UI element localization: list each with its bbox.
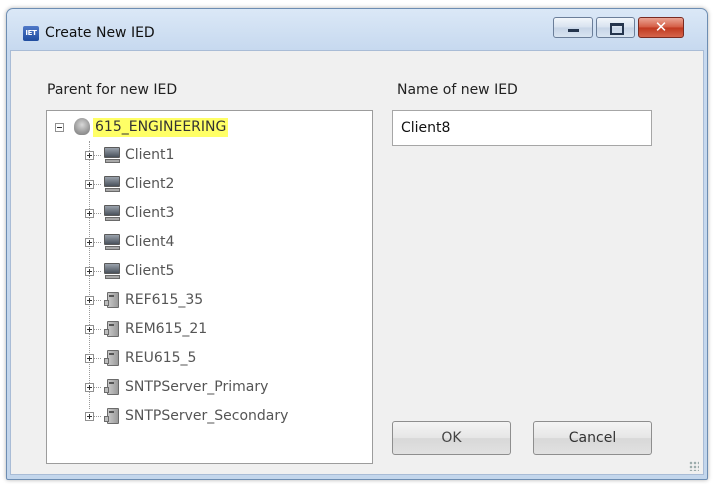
expand-icon[interactable] <box>85 354 94 363</box>
ok-button[interactable]: OK <box>392 421 511 455</box>
expand-icon[interactable] <box>85 209 94 218</box>
close-icon: ✕ <box>654 18 668 36</box>
tree-connector <box>94 184 101 185</box>
expand-icon[interactable] <box>85 383 94 392</box>
tree-item-label[interactable]: Client5 <box>125 262 174 281</box>
ied-device-icon <box>104 320 121 338</box>
project-globe-icon <box>74 118 90 135</box>
tree-connector <box>94 416 101 417</box>
tree-connector <box>94 358 101 359</box>
tree-item[interactable]: Client4 <box>47 231 372 255</box>
expand-icon[interactable] <box>85 151 94 160</box>
tree-connector <box>94 271 101 272</box>
expand-icon[interactable] <box>85 296 94 305</box>
tree-item-label[interactable]: SNTPServer_Secondary <box>125 407 288 426</box>
tree-connector <box>94 387 101 388</box>
tree-item[interactable]: Client5 <box>47 260 372 284</box>
ied-device-icon <box>104 378 121 396</box>
tree-item-label[interactable]: Client2 <box>125 175 174 194</box>
tree-item[interactable]: SNTPServer_Secondary <box>47 405 372 429</box>
parent-tree-view[interactable]: 615_ENGINEERING Client1 Client2 Client3 Cli… <box>46 110 373 464</box>
ied-name-input[interactable] <box>392 110 652 146</box>
tree-item[interactable]: Client1 <box>47 144 372 168</box>
minimize-button[interactable] <box>553 17 593 38</box>
tree-connector <box>94 300 101 301</box>
name-label: Name of new IED <box>397 82 518 98</box>
tree-item-label[interactable]: REM615_21 <box>125 320 207 339</box>
expand-icon[interactable] <box>85 180 94 189</box>
tree-item[interactable]: REM615_21 <box>47 318 372 342</box>
tree-item[interactable]: Client3 <box>47 202 372 226</box>
tree-item-label[interactable]: Client4 <box>125 233 174 252</box>
collapse-icon[interactable] <box>55 123 64 132</box>
tree-root-label[interactable]: 615_ENGINEERING <box>93 118 229 137</box>
cancel-button[interactable]: Cancel <box>533 421 652 455</box>
ied-device-icon <box>104 349 121 367</box>
tree-item-label[interactable]: REU615_5 <box>125 349 196 368</box>
tree-connector <box>94 242 101 243</box>
computer-icon <box>104 146 121 164</box>
computer-icon <box>104 233 121 251</box>
maximize-button[interactable] <box>596 17 635 38</box>
create-new-ied-dialog: IET Create New IED ✕ Parent for new IED … <box>6 8 708 480</box>
expand-icon[interactable] <box>85 412 94 421</box>
tree-connector <box>94 329 101 330</box>
tree-item-label[interactable]: Client3 <box>125 204 174 223</box>
tree-item[interactable]: SNTPServer_Primary <box>47 376 372 400</box>
ied-device-icon <box>104 291 121 309</box>
computer-icon <box>104 175 121 193</box>
tree-connector <box>94 213 101 214</box>
computer-icon <box>104 204 121 222</box>
tree-item[interactable]: Client2 <box>47 173 372 197</box>
computer-icon <box>104 262 121 280</box>
resize-grip-icon[interactable] <box>689 461 699 471</box>
tree-connector <box>94 155 101 156</box>
tree-item-label[interactable]: SNTPServer_Primary <box>125 378 268 397</box>
expand-icon[interactable] <box>85 238 94 247</box>
ied-device-icon <box>104 407 121 425</box>
title-bar[interactable]: IET Create New IED ✕ <box>7 9 707 49</box>
close-button[interactable]: ✕ <box>638 17 684 38</box>
dialog-title: Create New IED <box>45 25 155 41</box>
tree-item[interactable]: REU615_5 <box>47 347 372 371</box>
maximize-icon <box>610 23 624 35</box>
minimize-icon <box>568 29 579 32</box>
tree-item-label[interactable]: Client1 <box>125 146 174 165</box>
dialog-body: Parent for new IED Name of new IED 615_E… <box>10 50 704 475</box>
parent-label: Parent for new IED <box>47 82 178 98</box>
expand-icon[interactable] <box>85 267 94 276</box>
iet-app-icon: IET <box>23 26 39 41</box>
tree-item-label[interactable]: REF615_35 <box>125 291 203 310</box>
expand-icon[interactable] <box>85 325 94 334</box>
tree-item[interactable]: REF615_35 <box>47 289 372 313</box>
